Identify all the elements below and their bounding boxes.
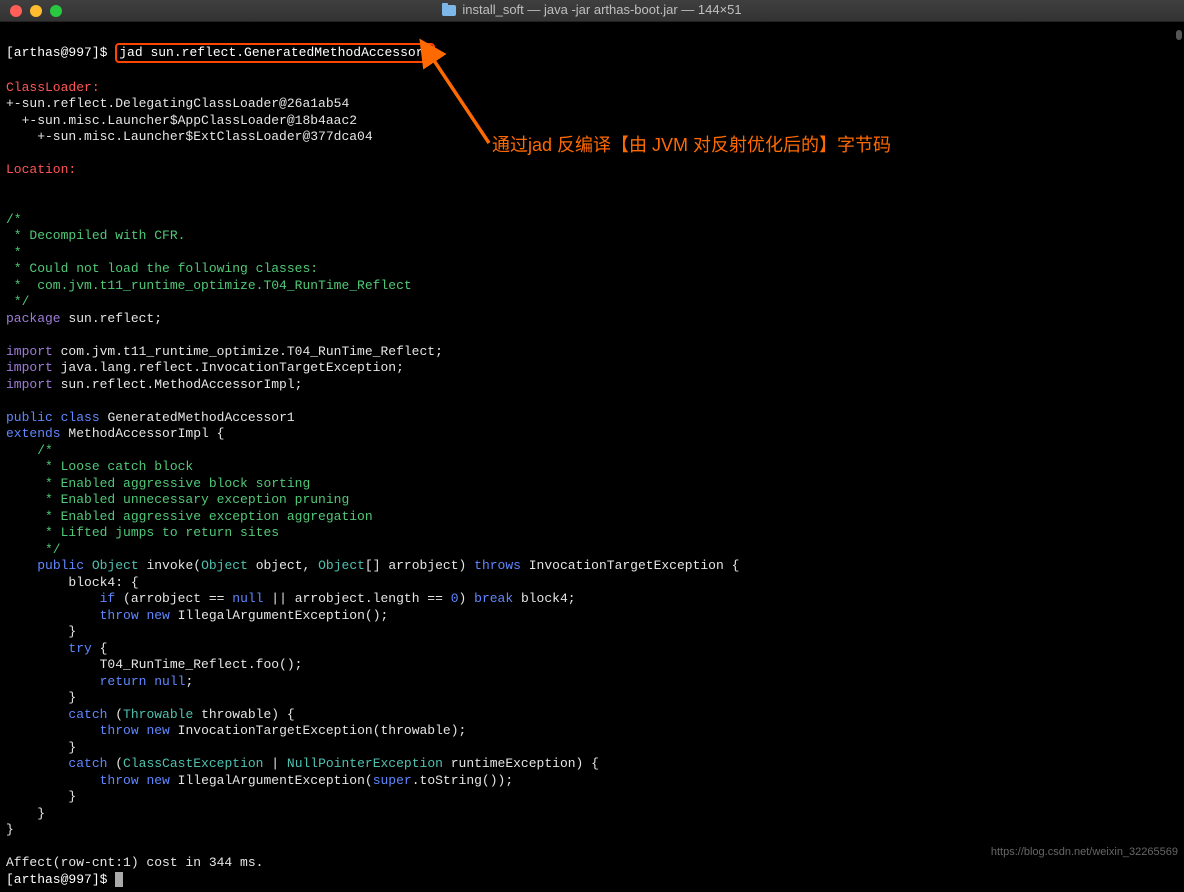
import-name: sun.reflect.MethodAccessorImpl; [53, 377, 303, 392]
watermark: https://blog.csdn.net/weixin_32265569 [991, 844, 1178, 861]
keyword-return: return [100, 674, 147, 689]
keyword-throw: throw [100, 773, 139, 788]
paren: ( [107, 756, 123, 771]
keyword-public: public [6, 410, 53, 425]
keyword-throw: throw [100, 608, 139, 623]
title-text: install_soft — java -jar arthas-boot.jar… [462, 2, 741, 19]
keyword-null: null [232, 591, 263, 606]
comment: * Loose catch block [6, 459, 193, 474]
keyword-import: import [6, 360, 53, 375]
command-text: jad sun.reflect.GeneratedMethodAccessor1 [119, 45, 431, 60]
terminal-output[interactable]: [arthas@997]$ jad sun.reflect.GeneratedM… [0, 22, 1184, 892]
titlebar: install_soft — java -jar arthas-boot.jar… [0, 0, 1184, 22]
code: (arrobject == [115, 591, 232, 606]
folder-icon [442, 5, 456, 16]
classname: GeneratedMethodAccessor1 [100, 410, 295, 425]
semi: ; [185, 674, 193, 689]
comment: * [6, 245, 22, 260]
code: InvocationTargetException(throwable); [170, 723, 466, 738]
keyword-super: super [373, 773, 412, 788]
command-highlight: jad sun.reflect.GeneratedMethodAccessor1 [115, 43, 435, 64]
param: object, [248, 558, 318, 573]
pipe: | [263, 756, 286, 771]
comment: * com.jvm.t11_runtime_optimize.T04_RunTi… [6, 278, 412, 293]
classloader-line: +-sun.misc.Launcher$ExtClassLoader@377dc… [6, 129, 373, 144]
code-line: block4: { [6, 575, 139, 590]
method-name: invoke( [139, 558, 201, 573]
brace: } [6, 740, 76, 755]
type-object: Object [201, 558, 248, 573]
type-npe: NullPointerException [287, 756, 443, 771]
superclass: MethodAccessorImpl { [61, 426, 225, 441]
comment: /* [6, 212, 22, 227]
keyword-new: new [146, 608, 169, 623]
location-label: Location: [6, 162, 76, 177]
comment: * Enabled aggressive block sorting [6, 476, 310, 491]
literal-zero: 0 [451, 591, 459, 606]
keyword-import: import [6, 344, 53, 359]
comment: * Enabled unnecessary exception pruning [6, 492, 349, 507]
minimize-icon[interactable] [30, 5, 42, 17]
code: ) [459, 591, 475, 606]
param: throwable) { [193, 707, 294, 722]
type-object: Object [92, 558, 139, 573]
param: [] arrobject) [365, 558, 474, 573]
window-controls [0, 5, 62, 17]
brace: } [6, 624, 76, 639]
brace: } [6, 822, 14, 837]
prompt: [arthas@997]$ [6, 45, 107, 60]
comment: * Enabled aggressive exception aggregati… [6, 509, 373, 524]
affect-line: Affect(row-cnt:1) cost in 344 ms. [6, 855, 263, 870]
package-name: sun.reflect; [61, 311, 162, 326]
keyword-null: null [146, 674, 185, 689]
classloader-line: +-sun.misc.Launcher$AppClassLoader@18b4a… [6, 113, 357, 128]
brace: } [6, 806, 45, 821]
keyword-try: try [68, 641, 91, 656]
type-cce: ClassCastException [123, 756, 263, 771]
comment: */ [6, 542, 61, 557]
keyword-break: break [474, 591, 513, 606]
code-line: T04_RunTime_Reflect.foo(); [6, 657, 302, 672]
code: .toString()); [412, 773, 513, 788]
cursor-icon [115, 872, 123, 887]
paren: ( [107, 707, 123, 722]
import-name: com.jvm.t11_runtime_optimize.T04_RunTime… [53, 344, 443, 359]
keyword-extends: extends [6, 426, 61, 441]
brace: } [6, 789, 76, 804]
keyword-new: new [146, 723, 169, 738]
keyword-package: package [6, 311, 61, 326]
comment: /* [6, 443, 53, 458]
window-title: install_soft — java -jar arthas-boot.jar… [0, 2, 1184, 19]
comment: * Could not load the following classes: [6, 261, 318, 276]
import-name: java.lang.reflect.InvocationTargetExcept… [53, 360, 404, 375]
comment: */ [6, 294, 29, 309]
close-icon[interactable] [10, 5, 22, 17]
keyword-if: if [100, 591, 116, 606]
classloader-line: +-sun.reflect.DelegatingClassLoader@26a1… [6, 96, 349, 111]
code: IllegalArgumentException( [170, 773, 373, 788]
keyword-throws: throws [474, 558, 521, 573]
keyword-catch: catch [68, 707, 107, 722]
keyword-class: class [61, 410, 100, 425]
brace: { [92, 641, 108, 656]
code: || arrobject.length == [263, 591, 450, 606]
scrollbar[interactable] [1176, 30, 1182, 40]
prompt: [arthas@997]$ [6, 872, 115, 887]
keyword-throw: throw [100, 723, 139, 738]
brace: } [6, 690, 76, 705]
maximize-icon[interactable] [50, 5, 62, 17]
keyword-catch: catch [68, 756, 107, 771]
code: IllegalArgumentException(); [170, 608, 388, 623]
keyword-new: new [146, 773, 169, 788]
param: runtimeException) { [443, 756, 599, 771]
comment: * Lifted jumps to return sites [6, 525, 279, 540]
code: block4; [513, 591, 575, 606]
type-throwable: Throwable [123, 707, 193, 722]
classloader-label: ClassLoader: [6, 80, 100, 95]
keyword-public: public [37, 558, 84, 573]
keyword-import: import [6, 377, 53, 392]
comment: * Decompiled with CFR. [6, 228, 185, 243]
type-object: Object [318, 558, 365, 573]
exception: InvocationTargetException { [521, 558, 739, 573]
